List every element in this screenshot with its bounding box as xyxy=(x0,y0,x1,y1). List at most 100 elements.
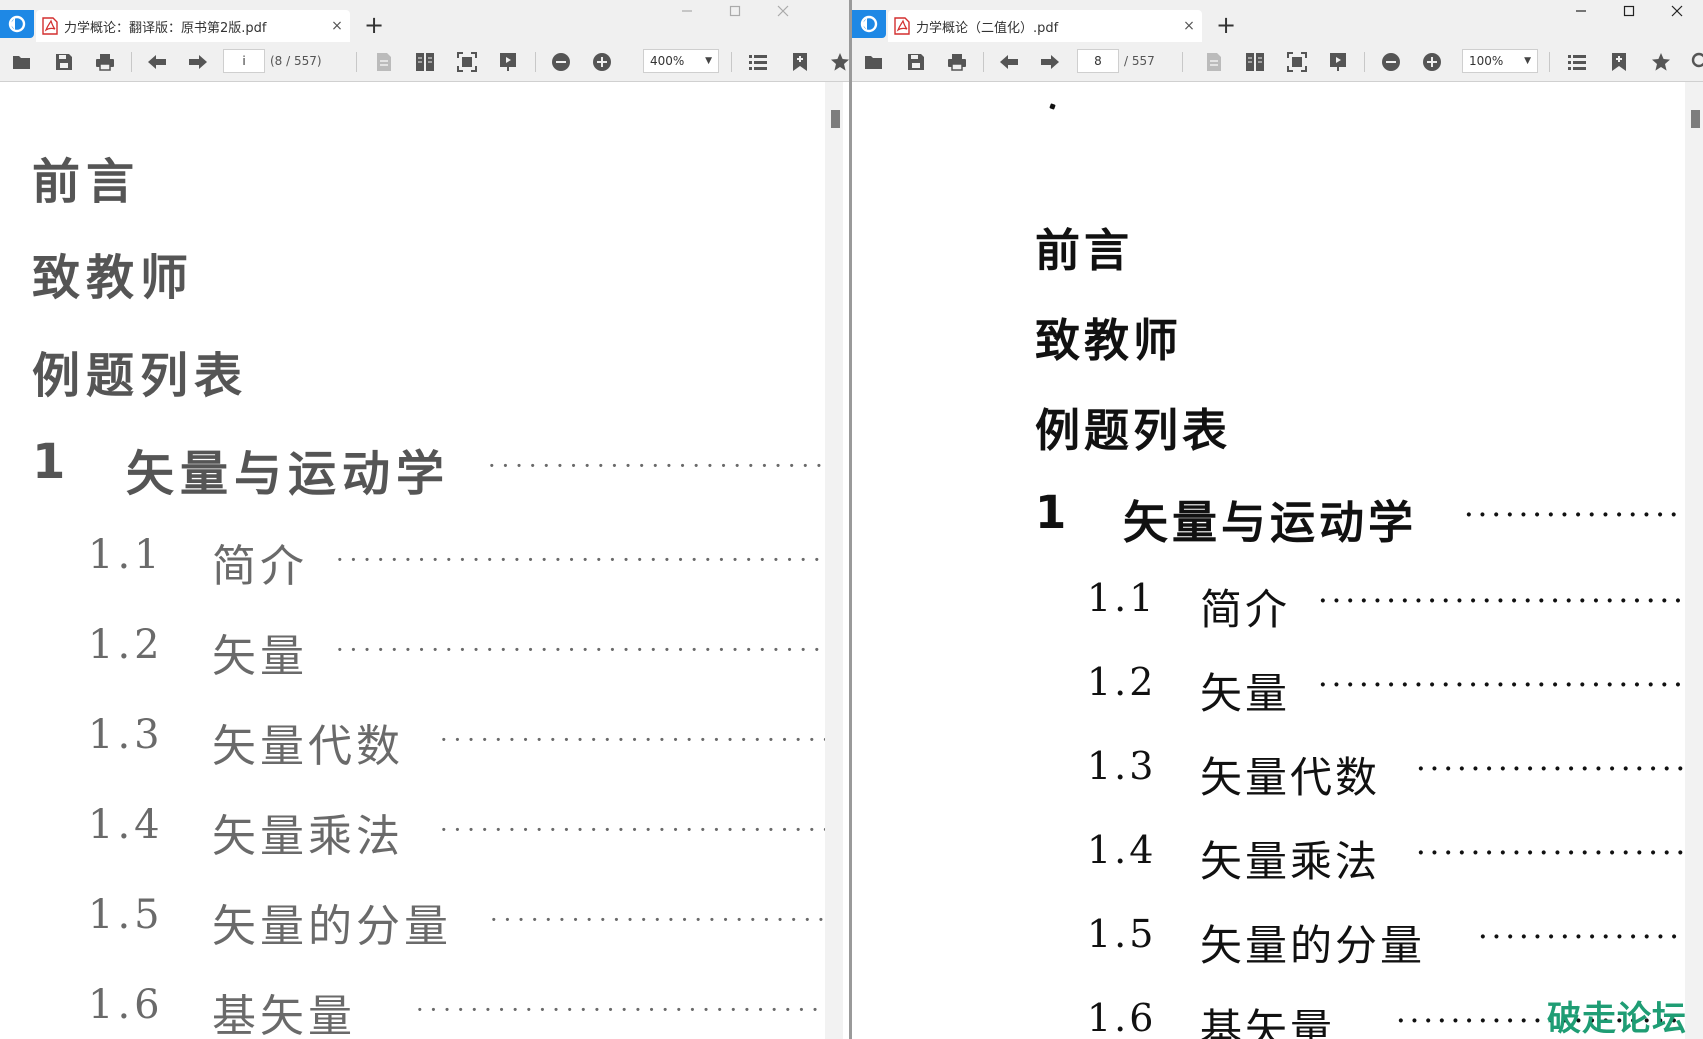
zoom-in-icon[interactable] xyxy=(1420,50,1444,74)
search-icon[interactable] xyxy=(1689,50,1703,74)
toc-section-number: 1.5 xyxy=(88,892,164,938)
toc-chapter-title: 矢量与运动学 xyxy=(1123,496,1418,549)
toc-section-row[interactable]: 1.1 简介 ·································… xyxy=(88,530,832,592)
zoom-out-icon[interactable] xyxy=(549,50,573,74)
save-icon[interactable] xyxy=(52,50,76,74)
arrow-left-icon[interactable] xyxy=(997,50,1021,74)
toc-section-title: 矢量代数 xyxy=(1200,753,1381,802)
new-tab-button[interactable]: + xyxy=(364,12,384,38)
toc-leader: ······································· xyxy=(336,636,832,664)
maximize-icon[interactable] xyxy=(1605,0,1653,22)
close-window-icon[interactable] xyxy=(759,0,807,22)
toc-leader: ······································· xyxy=(440,816,832,844)
toc-section-title: 矢量的分量 xyxy=(212,901,452,952)
close-icon[interactable]: × xyxy=(324,18,350,34)
star-icon[interactable] xyxy=(1649,50,1673,74)
toc-chapter-1[interactable]: 1 矢量与运动学 ·······························… xyxy=(32,434,832,502)
left-tab-title: 力学概论：翻译版：原书第2版.pdf xyxy=(64,20,267,36)
zoom-select[interactable]: 400% ▼ xyxy=(643,49,719,73)
app-logo-icon[interactable] xyxy=(0,10,34,38)
toc-section-row[interactable]: 1.5 矢量的分量 ······························… xyxy=(1087,912,1685,970)
close-icon[interactable]: × xyxy=(1176,18,1202,34)
chevron-down-icon: ▼ xyxy=(705,56,712,66)
toc-section-number: 1.5 xyxy=(1087,912,1157,956)
scrollbar-thumb[interactable] xyxy=(831,110,840,128)
arrow-right-icon[interactable] xyxy=(1038,50,1062,74)
print-icon[interactable] xyxy=(93,50,117,74)
toc-preface[interactable]: 前言 xyxy=(1035,214,1133,279)
toc-section-row[interactable]: 1.2 矢量 ·································… xyxy=(88,620,832,682)
toc-section-row[interactable]: 1.3 矢量代数 ·······························… xyxy=(88,710,832,772)
new-tab-button[interactable]: + xyxy=(1216,12,1236,38)
right-document-tab[interactable]: 力学概论（二值化）.pdf × xyxy=(888,10,1202,42)
toc-preface[interactable]: 前言 xyxy=(32,142,140,212)
toc-to-teacher[interactable]: 致教师 xyxy=(32,238,194,308)
app-logo-icon[interactable] xyxy=(852,10,886,38)
minimize-icon[interactable] xyxy=(663,0,711,22)
left-vertical-scrollbar[interactable] xyxy=(825,82,843,1039)
open-folder-icon[interactable] xyxy=(10,50,34,74)
left-document-tab[interactable]: 力学概论：翻译版：原书第2版.pdf × xyxy=(36,10,350,42)
toc-section-row[interactable]: 1.1 简介 ·································… xyxy=(1087,576,1685,634)
minimize-icon[interactable] xyxy=(1557,0,1605,22)
toc-chapter-1[interactable]: 1 矢量与运动学 ·······························… xyxy=(1035,486,1685,549)
toc-section-row[interactable]: 1.2 矢量 ·································… xyxy=(1087,660,1685,718)
arrow-left-icon[interactable] xyxy=(145,50,169,74)
zoom-out-icon[interactable] xyxy=(1379,50,1403,74)
right-document-view[interactable]: 前言 致教师 例题列表 1 矢量与运动学 ···················… xyxy=(852,82,1703,1039)
toc-to-teacher[interactable]: 致教师 xyxy=(1035,304,1182,369)
zoom-select[interactable]: 100% ▼ xyxy=(1462,49,1538,73)
toc-examples[interactable]: 例题列表 xyxy=(1035,394,1231,459)
scrollbar-thumb[interactable] xyxy=(1691,110,1700,128)
toc-section-row[interactable]: 1.5 矢量的分量 ······························… xyxy=(88,890,832,952)
two-page-icon[interactable] xyxy=(413,50,437,74)
page-number-input[interactable]: i xyxy=(223,49,265,73)
left-document-view[interactable]: 前言 致教师 例题列表 1 矢量与运动学 ···················… xyxy=(0,82,851,1039)
fit-page-icon[interactable] xyxy=(1285,50,1309,74)
outline-list-icon[interactable] xyxy=(1565,50,1589,74)
fit-page-icon[interactable] xyxy=(455,50,479,74)
toc-section-title: 基矢量 xyxy=(212,991,356,1039)
slideshow-icon[interactable] xyxy=(496,50,520,74)
close-window-icon[interactable] xyxy=(1653,0,1701,22)
single-page-icon[interactable] xyxy=(1202,50,1226,74)
right-pdf-window: 力学概论（二值化）.pdf × + 8 / 557 100% ▼ 前言 致教师 … xyxy=(852,0,1703,1039)
maximize-icon[interactable] xyxy=(711,0,759,22)
bookmark-add-icon[interactable] xyxy=(788,50,812,74)
left-titlebar: 力学概论：翻译版：原书第2版.pdf × + xyxy=(0,0,851,42)
star-icon[interactable] xyxy=(828,50,851,74)
bookmark-add-icon[interactable] xyxy=(1607,50,1631,74)
two-page-icon[interactable] xyxy=(1243,50,1267,74)
toc-section-title: 简介 xyxy=(1200,585,1291,634)
right-vertical-scrollbar[interactable] xyxy=(1685,82,1703,1039)
toc-leader: ······································· xyxy=(1319,588,1685,614)
toc-section-number: 1.1 xyxy=(1087,576,1157,620)
left-pdf-window: 力学概论：翻译版：原书第2版.pdf × + i (8 / 557) 400% ▼ xyxy=(0,0,851,1039)
arrow-right-icon[interactable] xyxy=(186,50,210,74)
watermark-logo: 破走论坛 xyxy=(1547,999,1687,1039)
open-folder-icon[interactable] xyxy=(862,50,886,74)
zoom-in-icon[interactable] xyxy=(590,50,614,74)
page-number-input[interactable]: 8 xyxy=(1077,49,1119,73)
toc-section-number: 1.4 xyxy=(88,802,164,848)
page-count: / 557 xyxy=(1124,54,1155,68)
toc-section-row[interactable]: 1.4 矢量乘法 ·······························… xyxy=(1087,828,1685,886)
print-icon[interactable] xyxy=(945,50,969,74)
toc-leader: ······································· xyxy=(1479,924,1685,950)
toc-chapter-number: 1 xyxy=(1035,486,1071,539)
single-page-icon[interactable] xyxy=(372,50,396,74)
toc-section-number: 1.2 xyxy=(1087,660,1157,704)
slideshow-icon[interactable] xyxy=(1326,50,1350,74)
pdf-file-icon xyxy=(894,17,910,35)
toc-section-row[interactable]: 1.4 矢量乘法 ·······························… xyxy=(88,800,832,862)
toc-section-title: 简介 xyxy=(212,541,308,592)
toc-section-row[interactable]: 1.6 基矢量 ································… xyxy=(88,980,832,1039)
toc-section-row[interactable]: 1.3 矢量代数 ·······························… xyxy=(1087,744,1685,802)
zoom-value: 400% xyxy=(650,54,685,68)
save-icon[interactable] xyxy=(904,50,928,74)
toc-section-number: 1.6 xyxy=(1087,996,1157,1039)
toc-examples[interactable]: 例题列表 xyxy=(32,336,248,406)
toc-section-number: 1.1 xyxy=(88,532,164,578)
right-titlebar: 力学概论（二值化）.pdf × + xyxy=(852,0,1703,42)
outline-list-icon[interactable] xyxy=(746,50,770,74)
